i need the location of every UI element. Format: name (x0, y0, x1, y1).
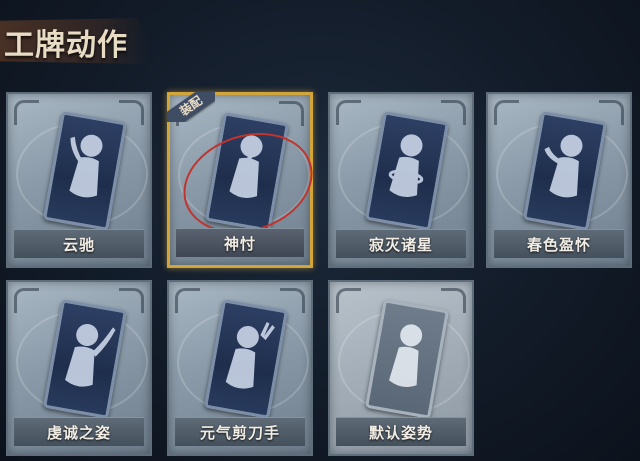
pose-card-label: 春色盈怀 (526, 235, 591, 254)
pose-card-label: 元气剪刀手 (199, 423, 280, 442)
card-label-bar: 虔诚之姿 (14, 417, 144, 446)
frame-corner (336, 100, 361, 125)
card-label-bar: 元气剪刀手 (175, 417, 305, 446)
pose-card-jimie-zhuxing[interactable]: 寂灭诸星 (328, 92, 474, 268)
frame-corner (175, 288, 200, 313)
card-label-bar: 寂灭诸星 (336, 229, 466, 258)
pose-card-label: 云驰 (62, 235, 95, 254)
pose-card-qiancheng-zhizi[interactable]: 虔诚之姿 (6, 280, 152, 456)
pose-card-shencun[interactable]: 装配 神忖 (167, 92, 326, 268)
equipped-badge: 装配 (167, 92, 215, 122)
frame-corner (14, 100, 39, 125)
pose-card-chunse-yinghuai[interactable]: 春色盈怀 (486, 92, 632, 268)
pose-card-grid: 云驰 装配 神忖 寂灭诸星 春色盈怀 虔诚之姿 元气剪刀手 默认姿势 (0, 0, 640, 461)
pose-card-label: 神忖 (223, 234, 256, 253)
equipped-badge-text: 装配 (167, 92, 215, 122)
pose-card-label: 默认姿势 (368, 423, 433, 442)
frame-corner (14, 288, 39, 313)
frame-corner (494, 100, 519, 125)
pose-card-yuanqi-jiandaoshou[interactable]: 元气剪刀手 (167, 280, 313, 456)
card-label-bar: 春色盈怀 (494, 229, 624, 258)
card-label-bar: 默认姿势 (336, 417, 466, 446)
pose-card-moren-zishi[interactable]: 默认姿势 (328, 280, 474, 456)
pose-card-label: 虔诚之姿 (46, 423, 111, 442)
frame-corner (336, 288, 361, 313)
card-label-bar: 云驰 (14, 229, 144, 258)
pose-card-yunchi[interactable]: 云驰 (6, 92, 152, 268)
card-label-bar: 神忖 (176, 228, 304, 257)
pose-card-label: 寂灭诸星 (368, 235, 433, 254)
